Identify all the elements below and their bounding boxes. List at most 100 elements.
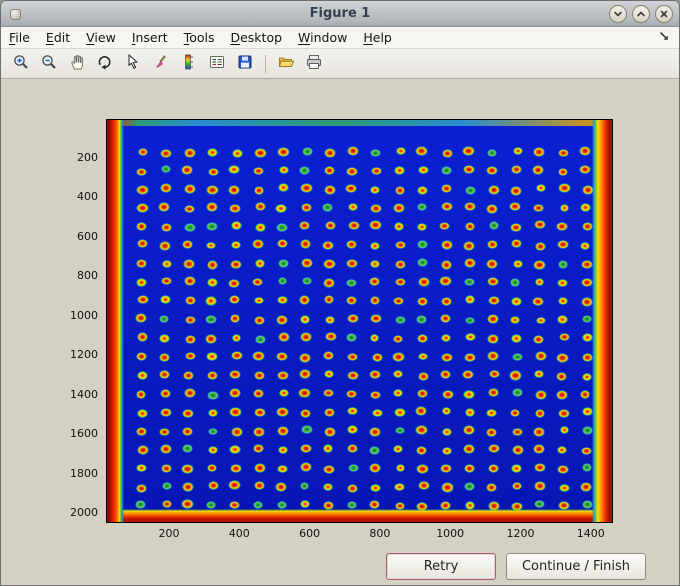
y-tick-label: 1800 [70,466,98,480]
microarray-spot [322,202,334,212]
menu-view[interactable]: View [78,27,124,48]
microarray-spot [299,408,312,419]
microarray-spot [135,390,147,400]
menu-desktop[interactable]: Desktop [222,27,290,48]
microarray-spot [347,500,358,509]
close-button[interactable] [655,5,673,23]
maximize-button[interactable] [632,5,650,23]
microarray-spot [369,333,380,342]
microarray-spot [161,464,173,474]
microarray-spot [489,369,500,379]
microarray-spot [532,146,546,157]
x-tick-label: 800 [369,527,391,540]
zoom-in-button[interactable] [8,52,34,76]
microarray-spot [486,239,498,250]
y-tick-label: 200 [77,151,98,164]
microarray-spot [206,260,219,270]
colorbar-button[interactable] [176,52,202,76]
microarray-spot [509,185,523,196]
menu-help[interactable]: Help [355,27,400,48]
microarray-spot [137,445,150,456]
open-button[interactable] [273,52,299,76]
microarray-spot [368,500,381,510]
save-button[interactable] [232,52,258,76]
microarray-spot [136,184,149,195]
microarray-spot [463,164,476,175]
y-tick-label: 1000 [70,308,98,322]
microarray-spot [441,166,453,176]
microarray-spot [135,259,148,269]
microarray-spot [462,146,475,157]
microarray-spot [346,313,360,324]
microarray-spot [184,184,197,195]
microarray-spot [415,406,428,416]
legend-button[interactable] [204,52,230,76]
microarray-spot [486,165,498,176]
microarray-spot [323,259,336,270]
microarray-spot [253,463,266,474]
microarray-spot [324,369,335,378]
continue-finish-button[interactable]: Continue / Finish [506,553,646,580]
microarray-spot [323,388,334,398]
microarray-spot [394,482,405,491]
pan-button[interactable] [64,52,90,76]
y-tick-label: 400 [77,190,98,204]
microarray-spot [158,369,171,380]
colorbar-icon [180,53,198,74]
microarray-spot [368,463,381,474]
retry-button[interactable]: Retry [386,553,496,580]
microarray-spot [532,443,546,455]
microarray-spot [486,427,498,437]
microarray-spot [511,296,523,306]
titlebar[interactable]: Figure 1 [1,1,679,27]
microarray-spot [253,500,263,509]
microarray-spot [346,279,357,288]
zoom-out-button[interactable] [36,52,62,76]
microarray-spot [441,149,453,158]
microarray-spot [534,241,547,251]
microarray-spot [229,370,241,380]
microarray-spot [276,222,289,233]
menu-edit[interactable]: Edit [38,27,78,48]
microarray-spot [582,314,593,323]
microarray-spot [509,408,521,418]
microarray-spot [416,446,428,455]
microarray-spot [581,372,592,381]
menu-tools[interactable]: Tools [176,27,223,48]
microarray-spot [277,147,290,158]
microarray-spot [439,221,451,231]
microarray-spot [159,334,171,344]
minimize-button[interactable] [609,5,627,23]
microarray-spot [417,372,429,381]
microarray-spot [299,331,313,342]
microarray-spot [184,223,196,233]
plot-axes[interactable] [106,119,613,523]
microarray-spot [369,219,382,230]
microarray-spot [159,407,172,417]
microarray-spot [464,277,475,287]
chevron-up-icon [635,8,647,20]
microarray-spot [464,258,477,268]
menu-window[interactable]: Window [290,27,355,48]
microarray-spot [417,334,428,343]
microarray-image [107,120,612,522]
dock-figure-icon[interactable] [656,28,673,48]
microarray-spot [393,388,404,397]
microarray-spot [322,277,336,288]
brush-button[interactable] [148,52,174,76]
data-cursor-button[interactable] [120,52,146,76]
microarray-spot [134,313,147,324]
microarray-spot [463,201,476,212]
microarray-spot [208,446,219,455]
microarray-spot [417,258,429,268]
menu-file[interactable]: File [1,27,38,48]
rotate-3d-button[interactable] [92,52,118,76]
microarray-spot [532,427,545,437]
menu-insert[interactable]: Insert [124,27,176,48]
print-button[interactable] [301,52,327,76]
microarray-spot [278,165,289,175]
microarray-spot [418,165,429,174]
microarray-spot [298,295,311,305]
microarray-spot [231,334,242,343]
microarray-spot [231,221,242,230]
